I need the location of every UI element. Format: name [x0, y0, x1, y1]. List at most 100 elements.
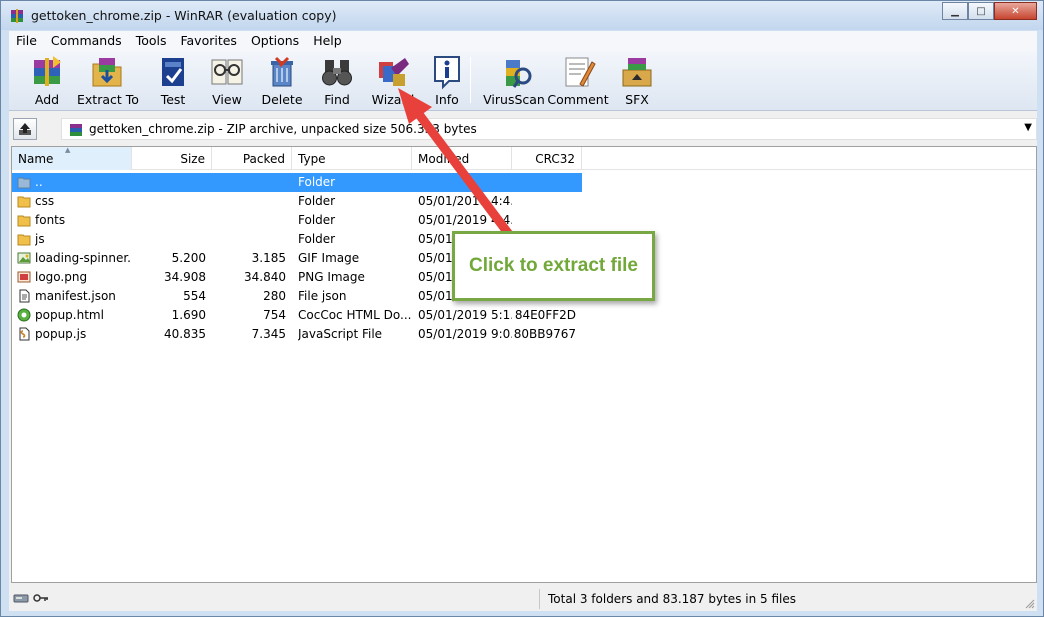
file-packed: 34.840 — [244, 270, 286, 284]
file-size: 40.835 — [164, 327, 206, 341]
file-modified: 05/01/2019 5:1... — [418, 308, 512, 322]
js-file-icon — [19, 327, 30, 341]
file-type: File json — [298, 289, 347, 303]
extract-to-button[interactable]: Extract To — [77, 54, 139, 108]
file-size: 5.200 — [171, 251, 206, 265]
menu-options[interactable]: Options — [244, 31, 306, 51]
file-type: Folder — [298, 175, 336, 189]
file-name: css — [35, 194, 55, 208]
menu-bar: File Commands Tools Favorites Options He… — [9, 31, 1037, 51]
column-name[interactable]: Name ▲ — [12, 146, 132, 170]
file-type: JavaScript File — [298, 327, 383, 341]
toolbar: Add Extract To Test View Delete Find Wiz… — [9, 51, 1037, 111]
menu-file[interactable]: File — [9, 31, 44, 51]
menu-help[interactable]: Help — [306, 31, 349, 51]
file-modified: 05/01/2019 4:4... — [418, 213, 512, 227]
file-name: loading-spinner.... — [35, 251, 130, 265]
key-icon[interactable] — [33, 592, 49, 604]
test-button[interactable]: Test — [153, 54, 193, 108]
column-type[interactable]: Type — [292, 147, 412, 170]
resize-grip-icon[interactable] — [1025, 599, 1035, 609]
window-client: File Commands Tools Favorites Options He… — [9, 31, 1037, 611]
address-field[interactable]: gettoken_chrome.zip - ZIP archive, unpac… — [61, 118, 1037, 140]
delete-icon — [271, 56, 293, 87]
delete-label: Delete — [261, 92, 303, 107]
comment-label: Comment — [547, 92, 609, 107]
png-icon — [17, 271, 31, 283]
file-modified: 05/01/2019 9:0... — [418, 327, 512, 341]
virusscan-label: VirusScan — [483, 92, 545, 107]
toolbar-separator — [470, 57, 471, 103]
close-button[interactable]: ✕ — [994, 2, 1037, 20]
file-row[interactable]: fonts Folder 05/01/2019 4:4... — [12, 211, 582, 230]
sfx-icon — [622, 58, 652, 87]
column-crc32[interactable]: CRC32 — [512, 147, 582, 170]
status-bar: Total 3 folders and 83.187 bytes in 5 fi… — [9, 587, 1037, 611]
info-button[interactable]: Info — [427, 54, 467, 108]
up-folder-button[interactable] — [13, 118, 37, 140]
extract-to-icon — [92, 58, 122, 87]
address-text: gettoken_chrome.zip - ZIP archive, unpac… — [89, 122, 477, 136]
wizard-button[interactable]: Wizard — [372, 54, 414, 108]
file-row[interactable]: .. Folder — [12, 173, 582, 192]
file-type: Folder — [298, 213, 336, 227]
column-size[interactable]: Size — [132, 147, 212, 170]
file-size: 34.908 — [164, 270, 206, 284]
comment-button[interactable]: Comment — [547, 54, 609, 108]
file-row[interactable]: css Folder 05/01/2019 4:4... — [12, 192, 582, 211]
address-dropdown-icon[interactable]: ▼ — [1024, 122, 1032, 133]
file-modified: 05/01/2019 4:4... — [418, 194, 512, 208]
info-icon — [434, 56, 460, 90]
add-button[interactable]: Add — [27, 54, 67, 108]
file-type: GIF Image — [298, 251, 360, 265]
address-bar: gettoken_chrome.zip - ZIP archive, unpac… — [9, 115, 1037, 143]
file-name: popup.js — [35, 327, 87, 341]
menu-commands[interactable]: Commands — [44, 31, 129, 51]
archive-icon — [70, 124, 82, 136]
file-crc32: 80BB9767 — [513, 327, 576, 341]
annotation-callout: Click to extract file — [452, 231, 655, 301]
minimize-button[interactable]: ▁ — [942, 2, 968, 20]
file-name: manifest.json — [35, 289, 116, 303]
extract-to-label: Extract To — [77, 92, 139, 107]
file-size: 1.690 — [171, 308, 206, 322]
file-packed: 7.345 — [251, 327, 286, 341]
column-packed[interactable]: Packed — [212, 147, 292, 170]
file-type: CocCoc HTML Do... — [298, 308, 412, 322]
view-label: View — [212, 92, 242, 107]
file-row[interactable]: popup.html 1.690 754 CocCoc HTML Do... 05/01… — [12, 306, 582, 325]
file-packed: 3.185 — [251, 251, 286, 265]
file-packed: 754 — [263, 308, 286, 322]
title-bar: gettoken_chrome.zip - WinRAR (evaluation… — [1, 1, 1043, 30]
add-label: Add — [34, 92, 60, 107]
folder-icon — [17, 196, 31, 208]
test-label: Test — [160, 92, 186, 107]
find-button[interactable]: Find — [317, 54, 357, 108]
comment-icon — [565, 57, 596, 87]
file-list: Name ▲ Size Packed Type Modified CRC32 .… — [11, 146, 1037, 583]
callout-text: Click to extract file — [469, 255, 638, 276]
view-icon — [211, 59, 243, 85]
up-folder-icon — [19, 123, 31, 135]
file-row[interactable]: popup.js 40.835 7.345 JavaScript File 05/01/… — [12, 325, 582, 344]
virusscan-button[interactable]: VirusScan — [483, 54, 545, 108]
sort-ascending-icon: ▲ — [65, 146, 71, 154]
add-archive-icon — [34, 56, 61, 86]
menu-favorites[interactable]: Favorites — [173, 31, 243, 51]
sfx-button[interactable]: SFX — [617, 54, 657, 108]
delete-button[interactable]: Delete — [261, 54, 303, 108]
view-button[interactable]: View — [207, 54, 247, 108]
file-crc32: 84E0FF2D — [514, 308, 576, 322]
virusscan-icon — [506, 60, 532, 88]
find-binoculars-icon — [322, 60, 352, 86]
menu-tools[interactable]: Tools — [129, 31, 174, 51]
maximize-button[interactable]: □ — [968, 2, 994, 20]
status-divider — [539, 589, 540, 609]
sfx-label: SFX — [625, 92, 649, 107]
drive-icon[interactable] — [13, 592, 29, 604]
folder-icon — [17, 215, 31, 227]
window-title: gettoken_chrome.zip - WinRAR (evaluation… — [31, 8, 337, 23]
parent-folder-icon — [17, 177, 31, 189]
find-label: Find — [324, 92, 350, 107]
column-modified[interactable]: Modified — [412, 147, 512, 170]
